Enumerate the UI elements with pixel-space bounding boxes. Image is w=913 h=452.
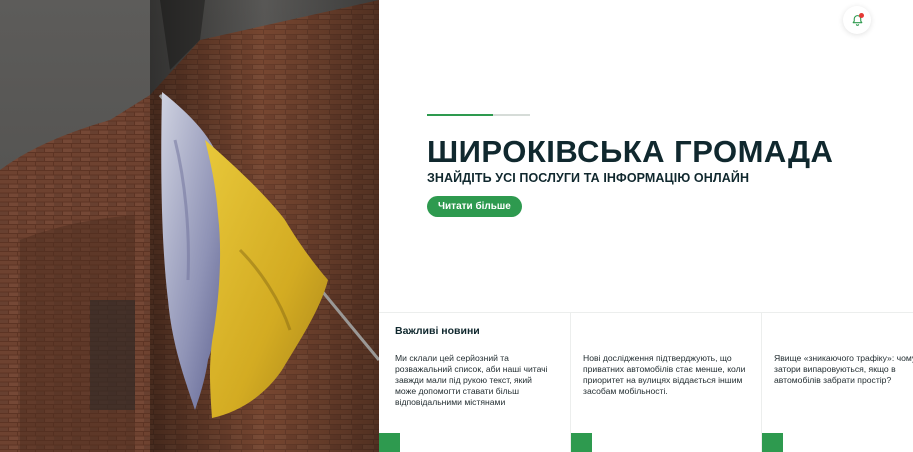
news-card[interactable]: Важливі новини Ми склали цей серйозний т…	[379, 313, 571, 452]
news-card[interactable]: Нові дослідження підтверджують, що прива…	[571, 313, 762, 452]
news-text: Ми склали цей серйозний та розважальний …	[395, 353, 548, 407]
accent-divider	[427, 114, 530, 116]
ukrainian-flag-photo	[0, 0, 379, 452]
news-accent-block	[762, 433, 783, 452]
page-title: ШИРОКІВСЬКА ГРОМАДА	[427, 134, 834, 169]
news-accent-block	[379, 433, 400, 452]
unread-indicator	[859, 13, 864, 18]
news-accent-block	[571, 433, 592, 452]
read-more-button[interactable]: Читати більше	[427, 196, 522, 217]
news-text: Нові дослідження підтверджують, що прива…	[583, 353, 746, 396]
news-card[interactable]: Явище «зникаючого трафіку»: чому затори …	[762, 313, 913, 452]
hero-subtitle: ЗНАЙДІТЬ УСІ ПОСЛУГИ ТА ІНФОРМАЦІЮ ОНЛАЙ…	[427, 171, 750, 185]
news-section: Важливі новини Ми склали цей серйозний т…	[379, 312, 913, 452]
news-text: Явище «зникаючого трафіку»: чому затори …	[774, 353, 913, 385]
hero-photo	[0, 0, 379, 452]
news-heading: Важливі новини	[395, 325, 480, 337]
notification-button[interactable]	[843, 6, 871, 34]
